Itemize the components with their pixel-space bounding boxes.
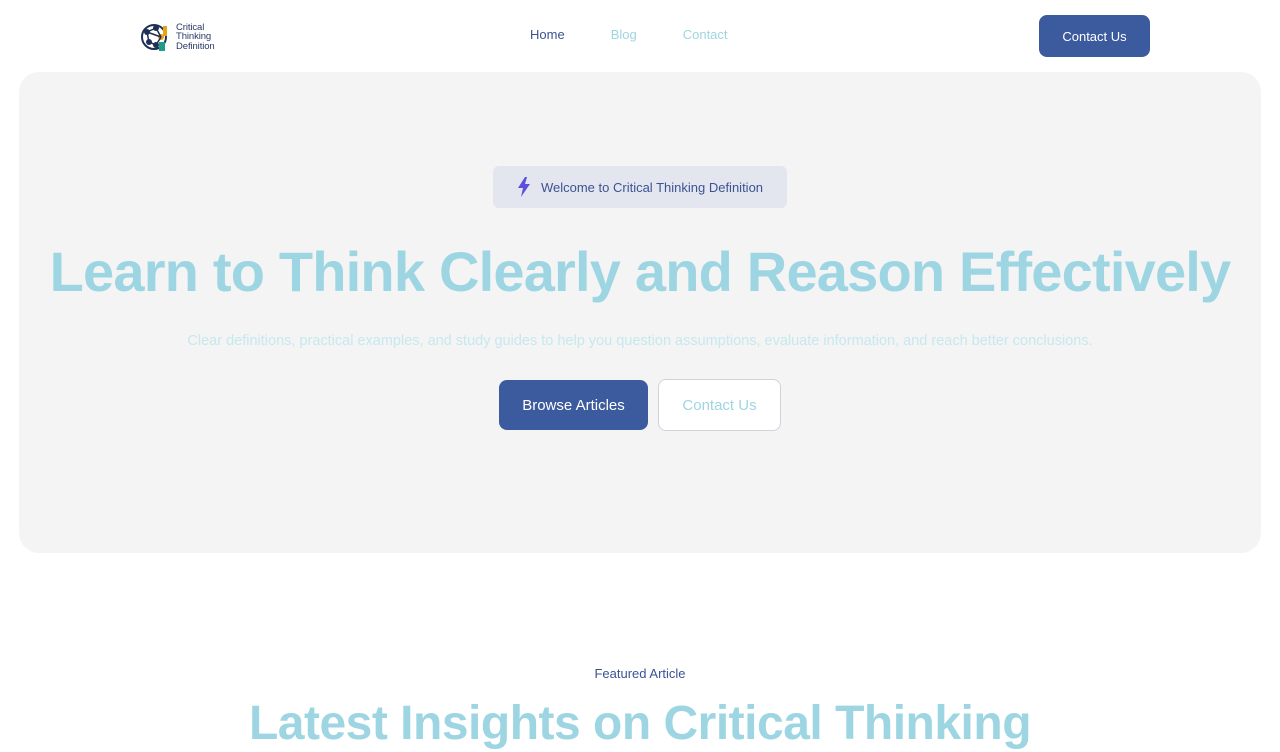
featured-section-title: Latest Insights on Critical Thinking xyxy=(248,697,1032,750)
hero-contact-button[interactable]: Contact Us xyxy=(658,379,781,431)
hero-title: Learn to Think Clearly and Reason Effect… xyxy=(49,240,1232,303)
featured-article-label: Featured Article xyxy=(594,666,686,681)
nav-link-home[interactable]: Home xyxy=(530,26,565,44)
hero-actions: Browse Articles Contact Us xyxy=(499,379,781,431)
welcome-badge: Welcome to Critical Thinking Definition xyxy=(493,166,787,208)
brain-network-icon xyxy=(141,24,167,51)
site-logo[interactable]: Critical Thinking Definition xyxy=(139,20,215,54)
nav-link-blog[interactable]: Blog xyxy=(611,26,637,44)
welcome-badge-text: Welcome to Critical Thinking Definition xyxy=(540,179,764,195)
lightning-icon xyxy=(517,177,530,197)
browse-articles-button[interactable]: Browse Articles xyxy=(499,380,648,430)
site-header: Critical Thinking Definition Home Blog C… xyxy=(0,0,1280,72)
logo-line: Definition xyxy=(176,40,215,52)
logo-wordmark: Critical Thinking Definition xyxy=(176,23,215,52)
header-contact-button[interactable]: Contact Us xyxy=(1039,15,1150,57)
hero-subtitle: Clear definitions, practical examples, a… xyxy=(187,333,1093,349)
hero-section: Welcome to Critical Thinking Definition … xyxy=(19,72,1261,553)
nav-link-contact[interactable]: Contact xyxy=(683,26,728,44)
main-nav: Home Blog Contact xyxy=(530,26,728,44)
